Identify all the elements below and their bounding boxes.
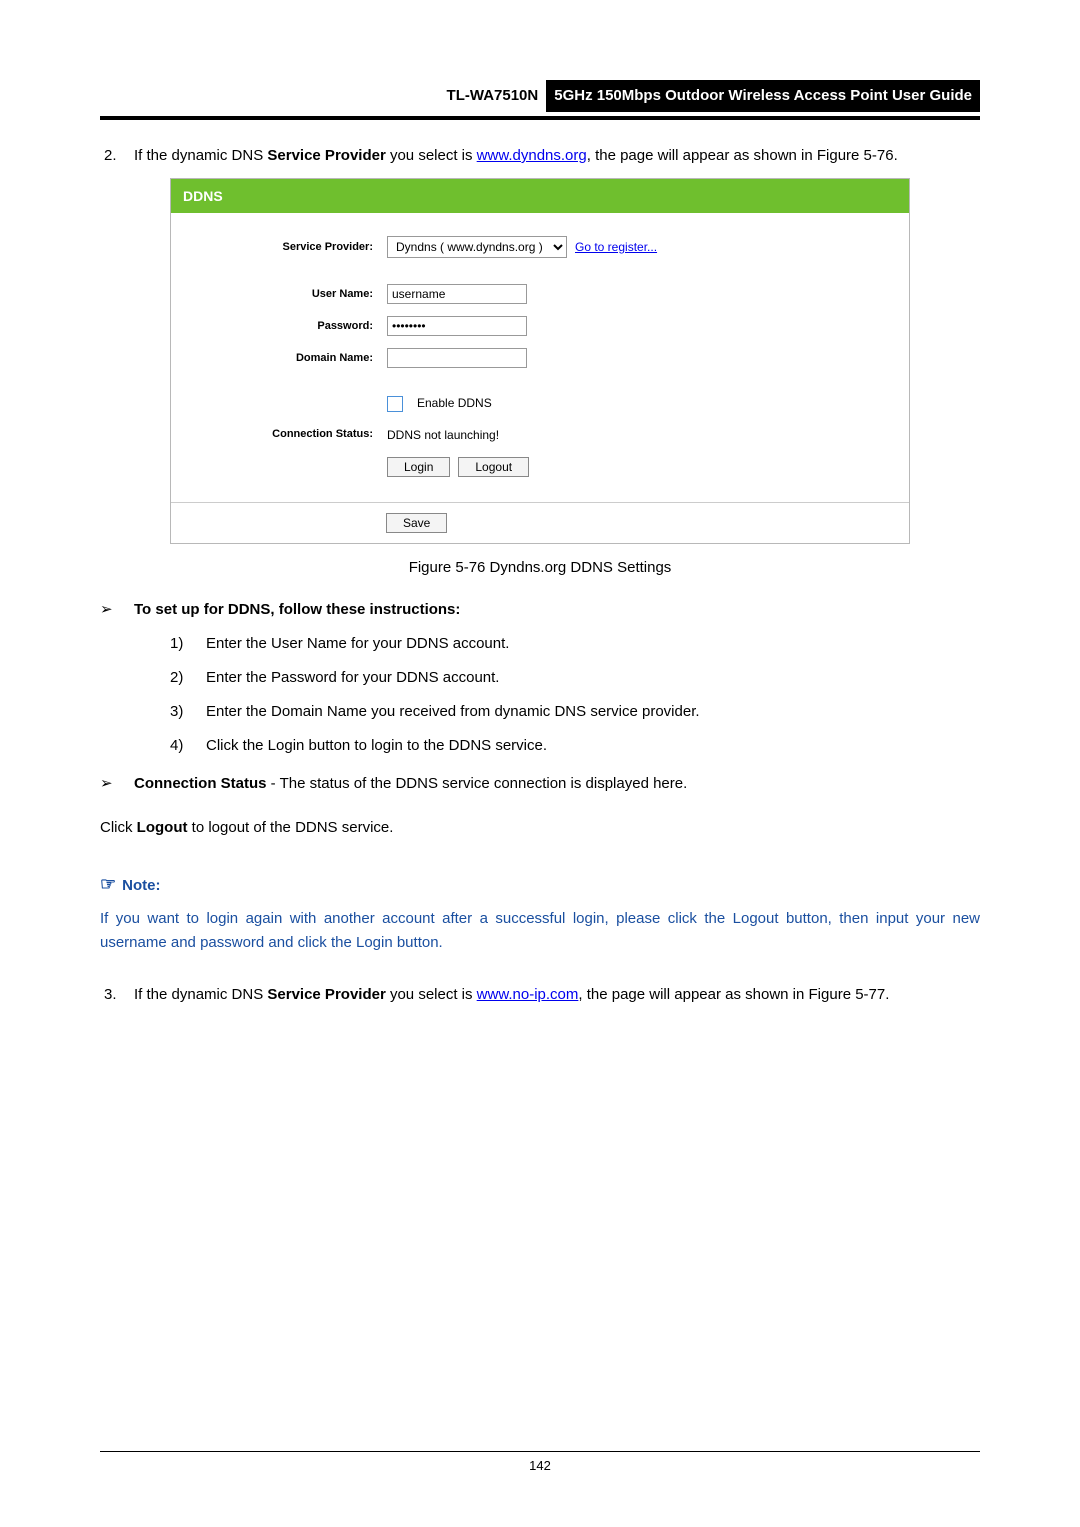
page-header: TL-WA7510N 5GHz 150Mbps Outdoor Wireless… [100,80,980,112]
link-register[interactable]: Go to register... [575,238,657,257]
list-text: If the dynamic DNS Service Provider you … [134,983,980,1007]
text-frag: , the page will appear as shown in Figur… [587,147,898,164]
step-item: 4) Click the Login button to login to th… [170,734,980,758]
ddns-panel: DDNS Service Provider: Dyndns ( www.dynd… [170,178,910,544]
bold-text: Logout [137,819,188,836]
bold-text: Service Provider [267,986,385,1003]
login-button[interactable]: Login [387,457,450,477]
step-num: 1) [170,632,206,656]
text-frag: , the page will appear as shown in Figur… [578,986,889,1003]
label-username: User Name: [187,286,387,304]
text-frag: to logout of the DDNS service. [187,819,393,836]
input-domain-name[interactable] [387,348,527,368]
conn-status-line: ➢ Connection Status - The status of the … [100,772,980,796]
list-item-3: 3. If the dynamic DNS Service Provider y… [100,983,980,1007]
enable-ddns-label: Enable DDNS [417,394,492,413]
connection-status-text: DDNS not launching! [387,426,499,445]
step-list: 1) Enter the User Name for your DDNS acc… [170,632,980,758]
input-password[interactable] [387,316,527,336]
step-text: Click the Login button to login to the D… [206,734,547,758]
list-item-2: 2. If the dynamic DNS Service Provider y… [100,144,980,168]
label-connection-status: Connection Status: [187,426,387,444]
header-model: TL-WA7510N [447,80,547,112]
hand-icon: ☞ [100,874,116,894]
select-service-provider[interactable]: Dyndns ( www.dyndns.org ) [387,236,567,258]
note-heading: ☞ Note: [100,870,980,899]
bold-text: Service Provider [267,147,385,164]
header-title: 5GHz 150Mbps Outdoor Wireless Access Poi… [546,80,980,112]
input-username[interactable] [387,284,527,304]
label-password: Password: [187,318,387,336]
step-item: 1) Enter the User Name for your DDNS acc… [170,632,980,656]
footer-line [100,1451,980,1452]
list-num: 3. [100,983,134,1007]
label-domain-name: Domain Name: [187,350,387,368]
step-item: 3) Enter the Domain Name you received fr… [170,700,980,724]
step-num: 4) [170,734,206,758]
text-frag: you select is [386,147,477,164]
header-band [100,116,980,120]
instr-heading: ➢ To set up for DDNS, follow these instr… [100,598,980,622]
bold-text: Connection Status [134,775,267,792]
step-text: Enter the Domain Name you received from … [206,700,700,724]
label-service-provider: Service Provider: [187,239,387,257]
page-number: 142 [529,1458,551,1473]
step-item: 2) Enter the Password for your DDNS acco… [170,666,980,690]
text-frag: If the dynamic DNS [134,986,267,1003]
text-frag: Click [100,819,137,836]
save-button[interactable]: Save [386,513,447,533]
text-frag: If the dynamic DNS [134,147,267,164]
step-num: 3) [170,700,206,724]
figure-caption: Figure 5-76 Dyndns.org DDNS Settings [100,556,980,580]
note-body: If you want to login again with another … [100,907,980,955]
checkbox-enable-ddns[interactable] [387,396,403,412]
note-label: Note: [122,877,160,894]
arrow-icon: ➢ [100,772,134,796]
arrow-icon: ➢ [100,598,134,622]
step-text: Enter the User Name for your DDNS accoun… [206,632,509,656]
ddns-title: DDNS [171,179,909,213]
list-num: 2. [100,144,134,168]
step-num: 2) [170,666,206,690]
logout-button[interactable]: Logout [458,457,529,477]
page-footer: 142 [0,1451,1080,1477]
instr-text: To set up for DDNS, follow these instruc… [134,598,980,622]
text-frag: you select is [386,986,477,1003]
list-text: If the dynamic DNS Service Provider you … [134,144,980,168]
link-noip[interactable]: www.no-ip.com [477,986,579,1003]
step-text: Enter the Password for your DDNS account… [206,666,499,690]
link-dyndns[interactable]: www.dyndns.org [477,147,587,164]
logout-line: Click Logout to logout of the DDNS servi… [100,816,980,840]
text-frag: - The status of the DDNS service connect… [267,775,688,792]
